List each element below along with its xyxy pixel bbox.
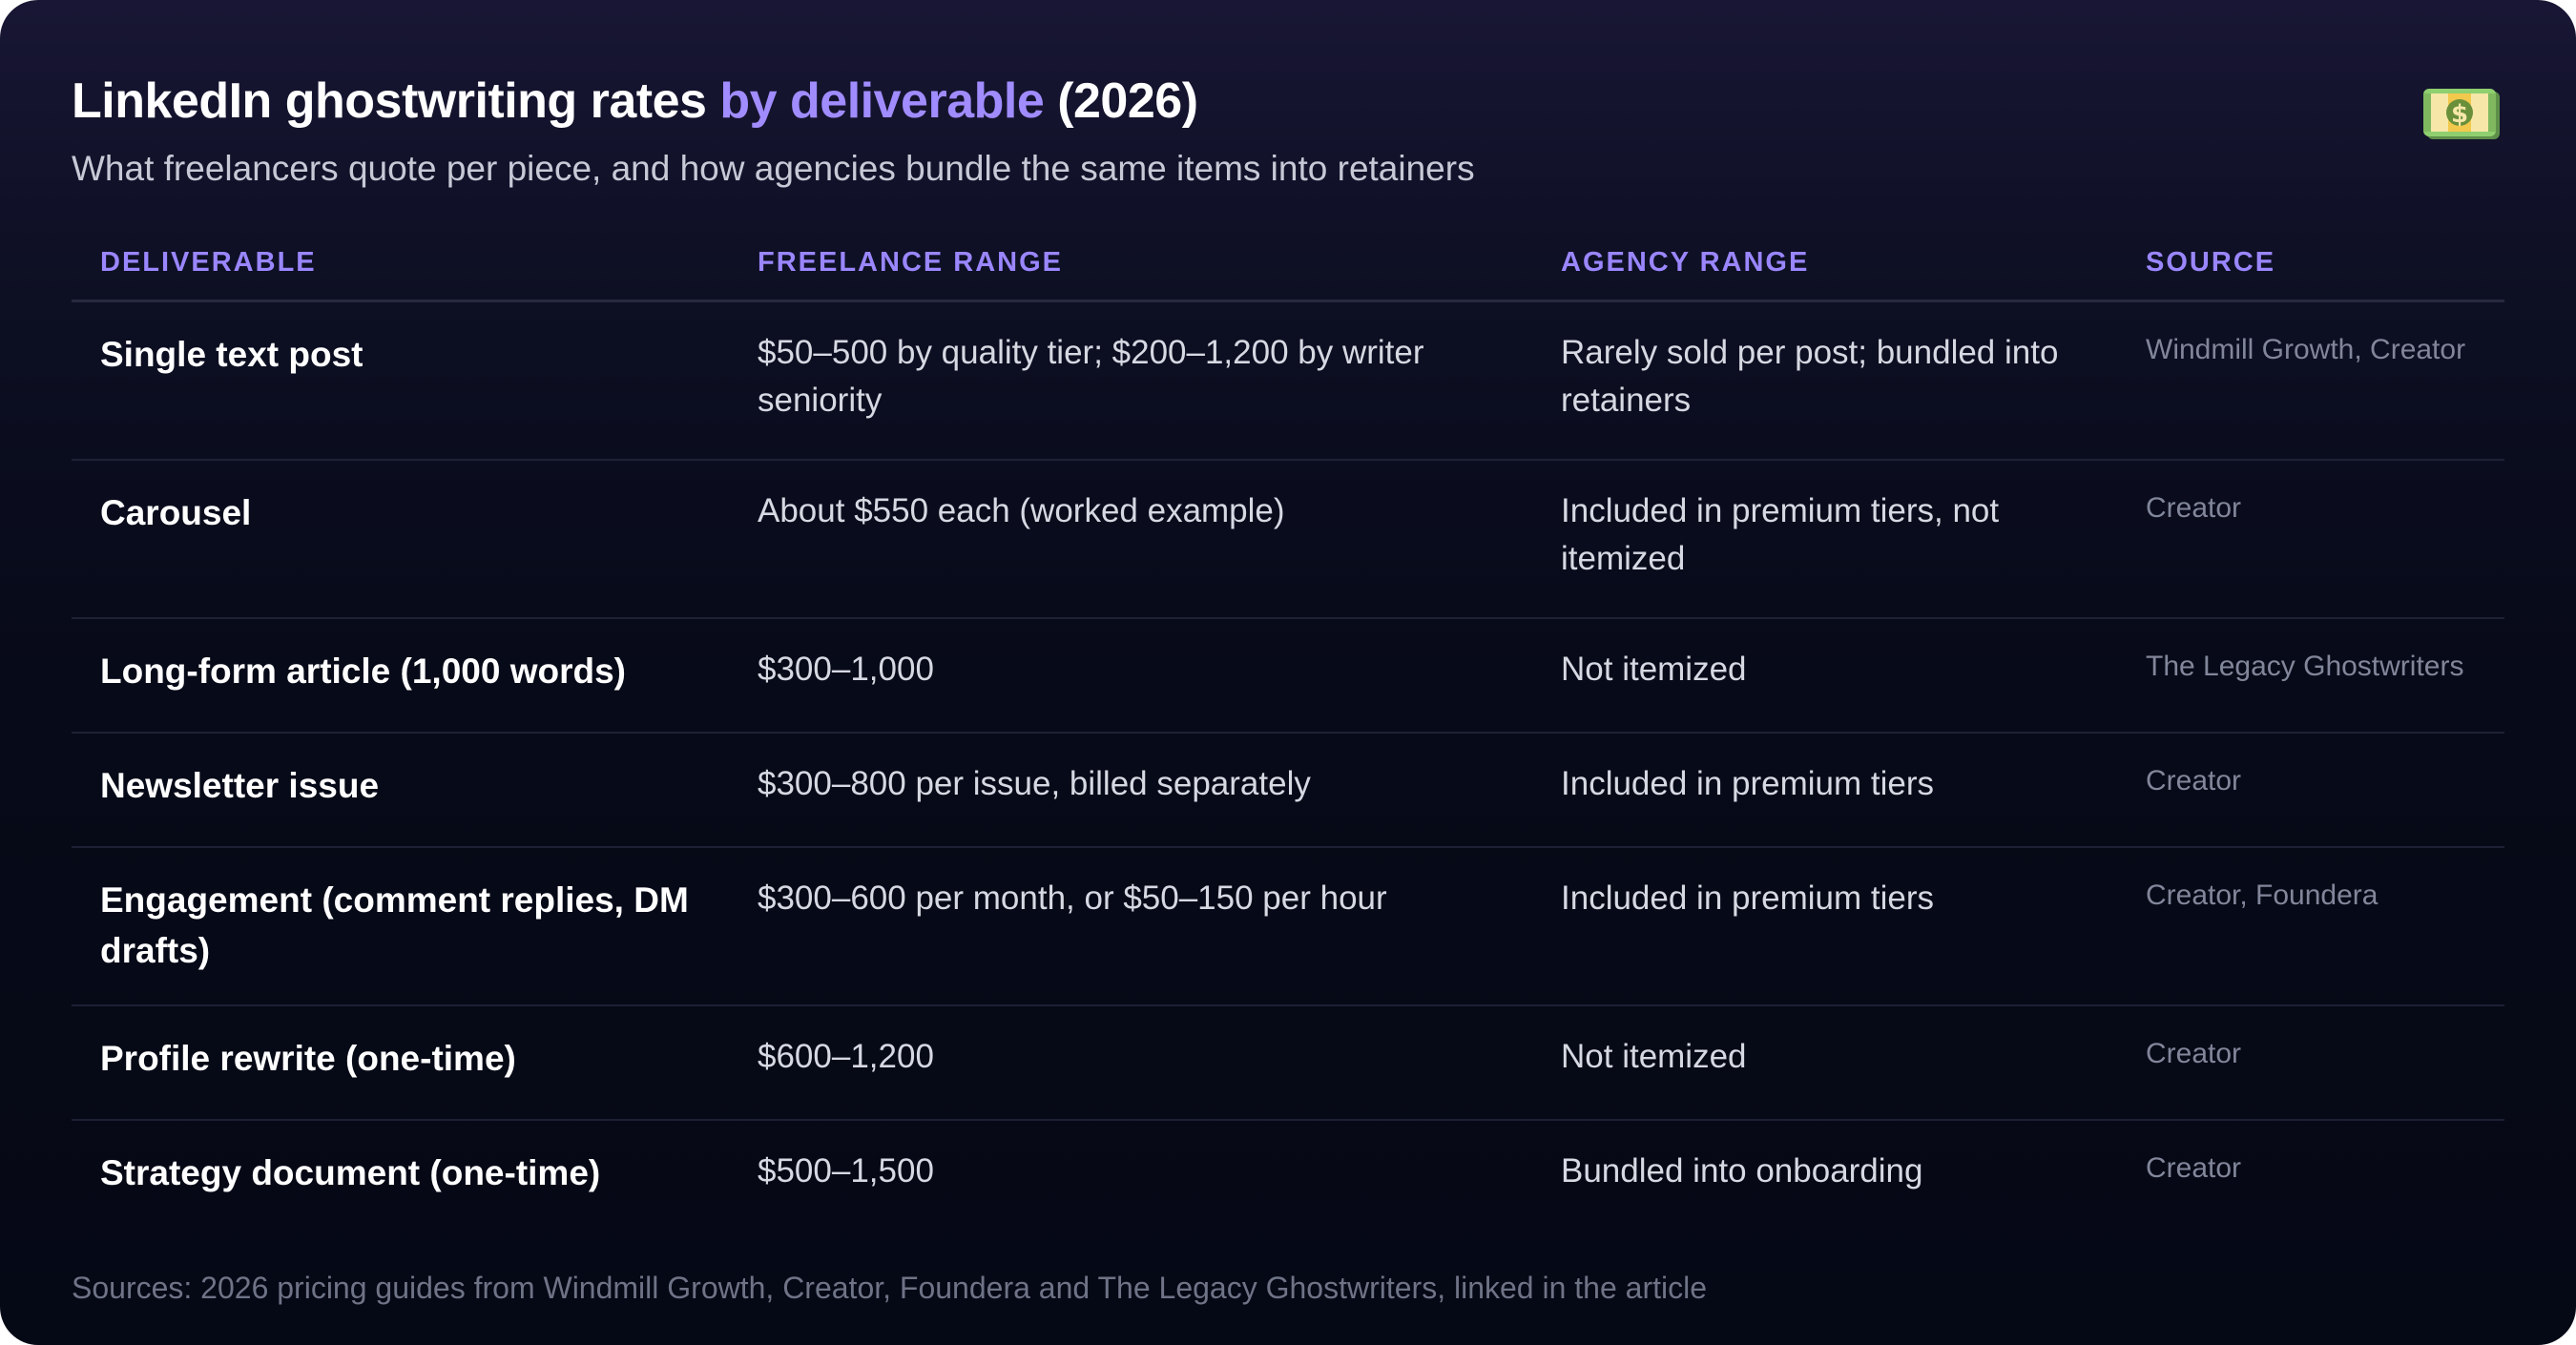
table-row: Profile rewrite (one-time) $600–1,200 No… bbox=[72, 1005, 2504, 1121]
table-row: Long-form article (1,000 words) $300–1,0… bbox=[72, 618, 2504, 734]
freelance-range-cell: $50–500 by quality tier; $200–1,200 by w… bbox=[729, 300, 1532, 461]
freelance-range-cell: About $550 each (worked example) bbox=[729, 460, 1532, 619]
agency-range-cell: Included in premium tiers bbox=[1532, 733, 2117, 848]
agency-range-cell: Not itemized bbox=[1532, 618, 2117, 734]
source-cell: Creator bbox=[2117, 1005, 2504, 1121]
source-cell: Creator, Foundera bbox=[2117, 847, 2504, 1006]
source-cell: The Legacy Ghostwriters bbox=[2117, 618, 2504, 734]
deliverable-cell: Single text post bbox=[72, 300, 729, 461]
title-accent: by deliverable bbox=[719, 73, 1045, 129]
agency-range-cell: Included in premium tiers bbox=[1532, 847, 2117, 1006]
column-header-deliverable: DELIVERABLE bbox=[72, 225, 729, 302]
page-title: LinkedIn ghostwriting rates by deliverab… bbox=[72, 69, 1198, 134]
table-row: Single text post $50–500 by quality tier… bbox=[72, 300, 2504, 461]
freelance-range-cell: $300–600 per month, or $50–150 per hour bbox=[729, 847, 1532, 1006]
title-year: (2026) bbox=[1044, 73, 1198, 129]
table-header-row: DELIVERABLE FREELANCE RANGE AGENCY RANGE… bbox=[72, 225, 2504, 302]
sources-footnote: Sources: 2026 pricing guides from Windmi… bbox=[72, 1271, 1707, 1305]
deliverable-cell: Carousel bbox=[72, 460, 729, 619]
source-cell: Creator bbox=[2117, 460, 2504, 619]
column-header-agency-range: AGENCY RANGE bbox=[1532, 225, 2117, 302]
pricing-card: LinkedIn ghostwriting rates by deliverab… bbox=[0, 0, 2576, 1345]
agency-range-cell: Bundled into onboarding bbox=[1561, 1152, 1923, 1190]
rates-table: DELIVERABLE FREELANCE RANGE AGENCY RANGE… bbox=[72, 225, 2504, 1233]
source-cell: Windmill Growth, Creator bbox=[2117, 300, 2504, 461]
subtitle: What freelancers quote per piece, and ho… bbox=[72, 149, 1475, 188]
source-cell: Creator bbox=[2146, 1152, 2242, 1184]
title-main: LinkedIn ghostwriting rates bbox=[72, 73, 720, 129]
deliverable-cell: Engagement (comment replies, DM drafts) bbox=[72, 847, 729, 1006]
table-row: Carousel About $550 each (worked example… bbox=[72, 460, 2504, 619]
source-cell: Creator bbox=[2117, 733, 2504, 848]
freelance-range-cell: $300–800 per issue, billed separately bbox=[729, 733, 1532, 848]
deliverable-cell: Long-form article (1,000 words) bbox=[72, 618, 729, 734]
column-header-source: SOURCE bbox=[2117, 225, 2504, 302]
table-row: Strategy document (one-time) $500–1,500 … bbox=[72, 1120, 2504, 1233]
freelance-range-cell: $500–1,500 bbox=[758, 1152, 934, 1190]
freelance-range-cell: $300–1,000 bbox=[729, 618, 1532, 734]
table-row: Engagement (comment replies, DM drafts) … bbox=[72, 847, 2504, 1006]
svg-text:$: $ bbox=[2451, 100, 2468, 129]
deliverable-cell: Profile rewrite (one-time) bbox=[72, 1005, 729, 1121]
agency-range-cell: Rarely sold per post; bundled into retai… bbox=[1532, 300, 2117, 461]
freelance-range-cell: $600–1,200 bbox=[729, 1005, 1532, 1121]
agency-range-cell: Not itemized bbox=[1532, 1005, 2117, 1121]
column-header-freelance-range: FREELANCE RANGE bbox=[729, 225, 1532, 302]
money-bag-icon: $ bbox=[2420, 86, 2503, 143]
agency-range-cell: Included in premium tiers, not itemized bbox=[1532, 460, 2117, 619]
table-row: Newsletter issue $300–800 per issue, bil… bbox=[72, 733, 2504, 848]
deliverable-cell: Newsletter issue bbox=[72, 733, 729, 848]
deliverable-cell: Strategy document (one-time) bbox=[100, 1153, 601, 1192]
